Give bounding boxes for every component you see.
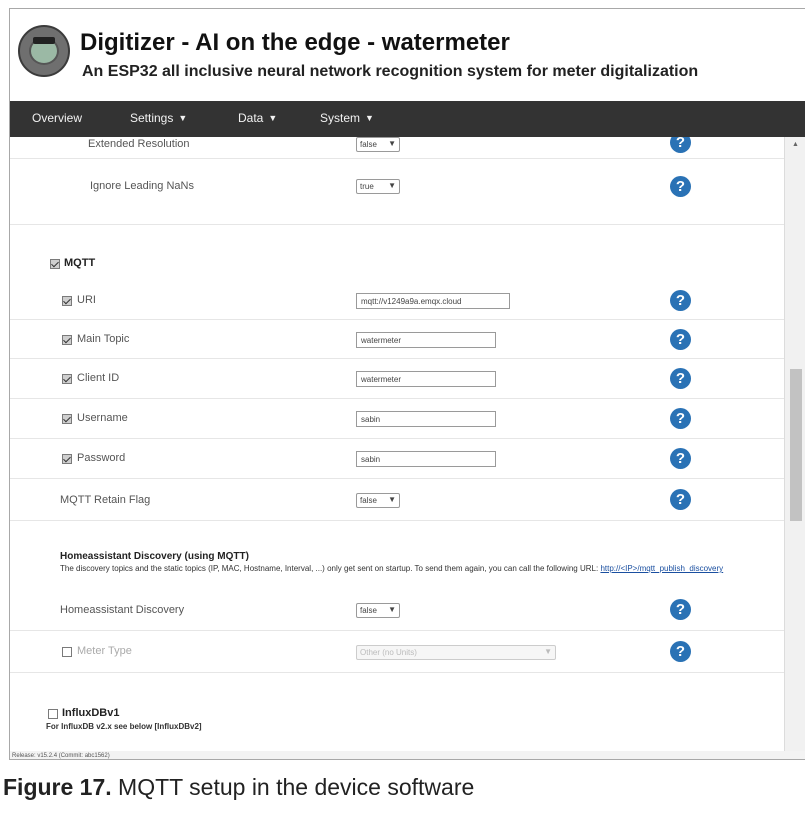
ha-discovery-label: Homeassistant Discovery [60, 604, 185, 616]
influxdb-v1-checkbox[interactable] [48, 709, 58, 719]
help-icon[interactable]: ? [670, 599, 691, 620]
retain-flag-select[interactable]: false ▼ [356, 493, 400, 508]
app-window: Digitizer - AI on the edge - watermeter … [9, 8, 805, 760]
row-main-topic: Main Topic watermeter ? [10, 320, 784, 359]
help-icon[interactable]: ? [670, 489, 691, 510]
figure-caption: Figure 17. MQTT setup in the device soft… [3, 774, 474, 801]
mqtt-section-title: MQTT [64, 257, 96, 269]
help-icon[interactable]: ? [670, 408, 691, 429]
username-label: Username [77, 412, 128, 424]
client-id-input[interactable]: watermeter [356, 371, 496, 387]
help-icon[interactable]: ? [670, 290, 691, 311]
influxdb-v1-note: For InfluxDB v2.x see below [InfluxDBv2] [46, 722, 202, 731]
main-topic-checkbox[interactable] [62, 335, 72, 345]
nav-settings[interactable]: Settings ▼ [130, 111, 187, 125]
main-nav: Overview Settings ▼ Data ▼ System ▼ [10, 101, 805, 137]
ha-section-description: The discovery topics and the static topi… [60, 564, 724, 573]
help-icon[interactable]: ? [670, 176, 691, 197]
row-client-id: Client ID watermeter ? [10, 359, 784, 399]
ha-discovery-select[interactable]: false ▼ [356, 603, 400, 618]
client-id-checkbox[interactable] [62, 374, 72, 384]
influxdb-v1-title: InfluxDBv1 [62, 707, 120, 719]
password-input[interactable]: sabin [356, 451, 496, 467]
mqtt-section-checkbox[interactable] [50, 259, 60, 269]
settings-content: Extended Resolution false ▼ ? Ignore Lead… [10, 137, 784, 759]
meter-type-select[interactable]: Other (no Units) ▼ [356, 645, 556, 660]
page-header: Digitizer - AI on the edge - watermeter … [10, 9, 805, 101]
help-icon[interactable]: ? [670, 448, 691, 469]
row-uri: URI mqtt://v1249a9a.emqx.cloud ? [10, 282, 784, 320]
retain-flag-label: MQTT Retain Flag [60, 494, 151, 506]
row-extended-resolution: Extended Resolution false ▼ ? [10, 137, 784, 159]
ha-discovery-link[interactable]: http://<IP>/mqtt_publish_discovery [600, 564, 723, 573]
app-logo-icon [18, 25, 70, 77]
uri-label: URI [77, 294, 96, 306]
client-id-label: Client ID [77, 372, 120, 384]
help-icon[interactable]: ? [670, 368, 691, 389]
figure-caption-text: MQTT setup in the device software [111, 774, 475, 800]
uri-checkbox[interactable] [62, 296, 72, 306]
extended-resolution-label: Extended Resolution [88, 138, 190, 150]
row-password: Password sabin ? [10, 439, 784, 479]
ignore-leading-nans-label: Ignore Leading NaNs [90, 180, 194, 192]
main-topic-input[interactable]: watermeter [356, 332, 496, 348]
help-icon[interactable]: ? [670, 641, 691, 662]
ignore-leading-nans-select[interactable]: true ▼ [356, 179, 400, 194]
main-topic-label: Main Topic [77, 333, 130, 345]
row-retain-flag: MQTT Retain Flag false ▼ ? [10, 479, 784, 521]
row-username: Username sabin ? [10, 399, 784, 439]
scroll-up-icon[interactable]: ▲ [792, 141, 799, 148]
nav-settings-label: Settings [130, 111, 174, 125]
page-subtitle: An ESP32 all inclusive neural network re… [82, 63, 699, 80]
ha-section-title: Homeassistant Discovery (using MQTT) [60, 551, 249, 562]
username-input[interactable]: sabin [356, 411, 496, 427]
chevron-down-icon: ▼ [268, 113, 278, 123]
vertical-scrollbar[interactable]: ▲ ▼ [784, 137, 805, 759]
uri-input[interactable]: mqtt://v1249a9a.emqx.cloud [356, 293, 510, 309]
nav-system-label: System [320, 111, 361, 125]
chevron-down-icon: ▼ [544, 647, 552, 656]
extended-resolution-select[interactable]: false ▼ [356, 137, 400, 152]
version-footer: Release: v15.2.4 (Commit: abc1562) [10, 751, 805, 759]
chevron-down-icon: ▼ [178, 113, 188, 123]
meter-type-checkbox[interactable] [62, 647, 72, 657]
chevron-down-icon: ▼ [388, 495, 396, 504]
scrollbar-thumb[interactable] [790, 369, 802, 521]
password-label: Password [77, 452, 126, 464]
page-title: Digitizer - AI on the edge - watermeter [80, 29, 510, 56]
password-checkbox[interactable] [62, 454, 72, 464]
row-meter-type: Meter Type Other (no Units) ▼ ? [10, 631, 784, 673]
row-ignore-leading-nans: Ignore Leading NaNs true ▼ ? [10, 159, 784, 225]
row-ha-discovery: Homeassistant Discovery false ▼ ? [10, 589, 784, 631]
help-icon[interactable]: ? [670, 329, 691, 350]
help-icon[interactable]: ? [670, 137, 691, 153]
nav-system[interactable]: System ▼ [320, 111, 374, 125]
nav-overview-label: Overview [32, 111, 83, 125]
username-checkbox[interactable] [62, 414, 72, 424]
chevron-down-icon: ▼ [388, 605, 396, 614]
nav-overview[interactable]: Overview [32, 111, 82, 125]
chevron-down-icon: ▼ [365, 113, 374, 123]
figure-caption-prefix: Figure 17. [3, 774, 112, 800]
nav-data-label: Data [238, 111, 264, 125]
chevron-down-icon: ▼ [388, 181, 396, 190]
meter-type-label: Meter Type [77, 645, 132, 657]
chevron-down-icon: ▼ [388, 139, 396, 148]
nav-data[interactable]: Data ▼ [238, 111, 277, 125]
